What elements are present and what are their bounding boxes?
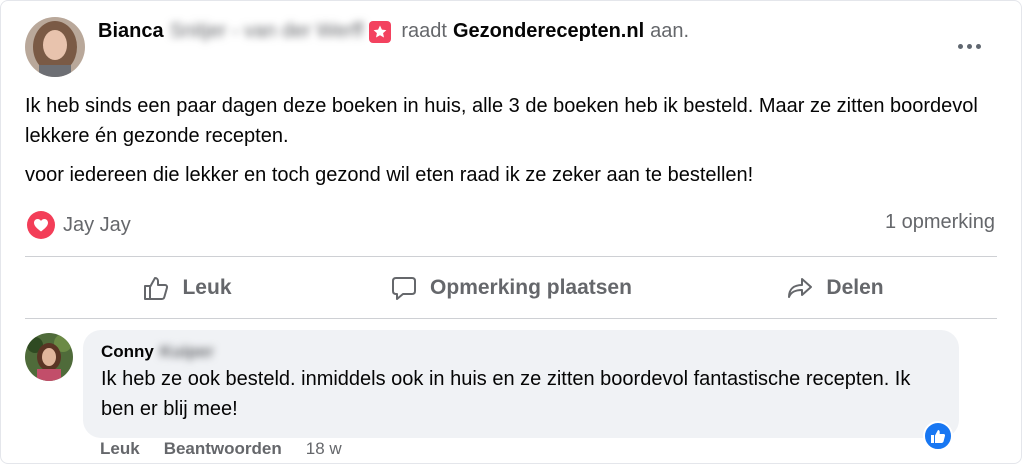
commenter-avatar[interactable]: [25, 333, 73, 381]
more-dots-icon: [957, 43, 963, 49]
like-badge-icon[interactable]: [923, 421, 953, 451]
post-paragraph-1: Ik heb sinds een paar dagen deze boeken …: [25, 95, 978, 147]
comment-timestamp[interactable]: 18 w: [306, 439, 342, 459]
divider: [25, 256, 997, 257]
post-header: Bianca Snitjer - van der Werff raadt Gez…: [98, 20, 689, 43]
author-surname-blurred[interactable]: Snitjer - van der Werff: [170, 20, 364, 43]
post-paragraph-2: voor iedereen die lekker en toch gezond …: [25, 164, 754, 186]
comment-actions: Leuk Beantwoorden 18 w: [100, 439, 342, 459]
thumbs-up-icon: [144, 277, 169, 300]
author-name[interactable]: Bianca: [98, 20, 164, 43]
comment-like-link[interactable]: Leuk: [100, 439, 140, 459]
comment-bubble-icon: [392, 277, 417, 300]
like-label: Leuk: [182, 276, 232, 299]
recommend-suffix: aan.: [650, 20, 690, 42]
share-label: Delen: [826, 276, 884, 299]
like-button[interactable]: Leuk: [25, 259, 349, 317]
author-avatar[interactable]: [25, 17, 85, 77]
share-arrow-icon: [788, 278, 813, 298]
comment-reply-link[interactable]: Beantwoorden: [164, 439, 282, 459]
comment-bubble: Conny Kuiper Ik heb ze ook besteld. inmi…: [83, 330, 959, 438]
heart-icon: [27, 211, 55, 239]
comment-button[interactable]: Opmerking plaatsen: [349, 259, 673, 317]
commenter-name-line: Conny Kuiper: [101, 342, 941, 362]
comment-label: Opmerking plaatsen: [430, 276, 632, 299]
post-text: Ik heb sinds een paar dagen deze boeken …: [25, 91, 985, 190]
reaction-summary[interactable]: Jay Jay: [27, 211, 131, 239]
commenter-name[interactable]: Conny: [101, 342, 154, 362]
star-badge-icon: [369, 20, 392, 43]
page-name-link[interactable]: Gezonderecepten.nl: [453, 20, 644, 43]
commenter-surname-blurred[interactable]: Kuiper: [160, 342, 214, 362]
recommend-verb: raadt: [401, 20, 447, 42]
share-button[interactable]: Delen: [673, 259, 997, 317]
divider: [25, 318, 997, 319]
comment-text: Ik heb ze ook besteld. inmiddels ook in …: [101, 368, 911, 420]
more-options-button[interactable]: [949, 31, 989, 61]
comment-count[interactable]: 1 opmerking: [885, 211, 995, 234]
action-bar: Leuk Opmerking plaatsen Delen: [25, 259, 997, 317]
post-card: Bianca Snitjer - van der Werff raadt Gez…: [0, 0, 1022, 464]
reaction-names: Jay Jay: [63, 213, 131, 236]
